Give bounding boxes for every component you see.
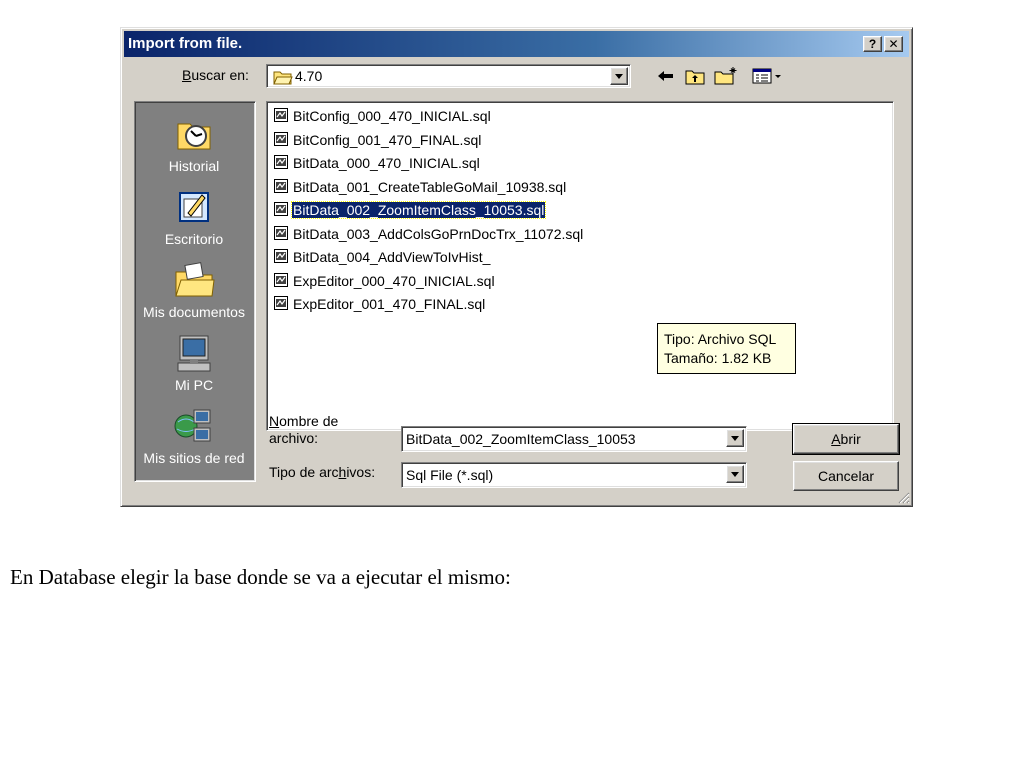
sql-file-icon [274, 202, 288, 217]
place-mis-sitios-de-red[interactable]: Mis sitios de red [135, 404, 253, 466]
filename-label: Nombre de archivo: [269, 413, 339, 446]
sql-file-icon [274, 272, 288, 287]
place-label: Mis documentos [143, 304, 245, 320]
sql-file-icon [274, 131, 288, 146]
chevron-down-icon [731, 436, 739, 441]
dialog-title: Import from file. [128, 35, 243, 52]
resize-grip-icon[interactable] [898, 492, 910, 504]
file-name: BitConfig_001_470_FINAL.sql [293, 131, 482, 148]
filename-dropdown-button[interactable] [726, 429, 744, 447]
sql-file-icon [274, 296, 288, 311]
lookin-label: Buscar en: [182, 67, 249, 83]
sql-file-icon [274, 108, 288, 123]
filetype-label: Tipo de archivos: [269, 464, 376, 480]
lookin-combo[interactable]: 4.70 [266, 64, 631, 88]
network-places-icon [172, 404, 216, 448]
sql-file-icon [274, 178, 288, 193]
tooltip-type: Tipo: Archivo SQL [664, 331, 777, 347]
file-item[interactable]: BitData_000_470_INICIAL.sql [273, 155, 481, 177]
filetype-value: Sql File (*.sql) [406, 467, 494, 483]
filetype-dropdown-button[interactable] [726, 465, 744, 483]
sql-file-icon [274, 225, 288, 240]
help-button[interactable]: ? [863, 36, 882, 52]
file-name: BitData_004_AddViewToIvHist_ [293, 249, 491, 265]
view-menu-icon[interactable] [751, 66, 785, 86]
place-mi-pc[interactable]: Mi PC [135, 331, 253, 393]
back-icon[interactable] [655, 66, 677, 86]
file-item[interactable]: ExpEditor_001_470_FINAL.sql [273, 296, 486, 318]
my-documents-icon [172, 258, 216, 302]
place-historial[interactable]: Historial [135, 112, 253, 174]
open-button[interactable]: Abrir [792, 423, 900, 455]
file-name: BitData_001_CreateTableGoMail_10938.sql [293, 178, 567, 195]
file-name: BitData_003_AddColsGoPrnDocTrx_11072.sql [293, 225, 584, 242]
place-label: Mis sitios de red [143, 450, 245, 466]
new-folder-icon[interactable] [713, 66, 739, 86]
file-name: ExpEditor_001_470_FINAL.sql [293, 296, 486, 312]
close-button[interactable]: ✕ [884, 36, 903, 52]
place-mis-documentos[interactable]: Mis documentos [135, 258, 253, 320]
sql-file-icon [274, 249, 288, 264]
lookin-dropdown-button[interactable] [610, 67, 628, 85]
places-bar: Historial Escritorio Mis documentos Mi P… [134, 101, 256, 482]
tooltip-size: Tamaño: 1.82 KB [664, 350, 772, 366]
chevron-down-icon [615, 74, 623, 79]
desktop-icon [172, 185, 216, 229]
my-computer-icon [172, 331, 216, 375]
file-name: BitData_002_ZoomItemClass_10053.sql [290, 201, 547, 219]
sql-file-icon [274, 155, 288, 170]
filetype-combo[interactable]: Sql File (*.sql) [401, 462, 747, 488]
file-item[interactable]: ExpEditor_000_470_INICIAL.sql [273, 273, 496, 295]
filename-value: BitData_002_ZoomItemClass_10053 [406, 431, 636, 447]
file-name: BitData_000_470_INICIAL.sql [293, 155, 480, 171]
file-name: ExpEditor_000_470_INICIAL.sql [293, 272, 495, 289]
file-item[interactable]: BitConfig_001_470_FINAL.sql [273, 132, 482, 154]
history-icon [172, 112, 216, 156]
title-bar[interactable]: Import from file. ? ✕ [124, 31, 909, 57]
cancel-button[interactable]: Cancelar [793, 461, 899, 491]
up-folder-icon[interactable] [684, 66, 706, 86]
chevron-down-icon [731, 472, 739, 477]
file-item[interactable]: BitData_001_CreateTableGoMail_10938.sql [273, 179, 567, 201]
file-item[interactable]: BitData_004_AddViewToIvHist_ [273, 249, 491, 271]
file-tooltip: Tipo: Archivo SQL Tamaño: 1.82 KB [657, 323, 796, 374]
place-escritorio[interactable]: Escritorio [135, 185, 253, 247]
caption-text: En Database elegir la base donde se va a… [10, 565, 511, 589]
file-item[interactable]: BitData_003_AddColsGoPrnDocTrx_11072.sql [273, 226, 584, 248]
file-list[interactable]: BitConfig_000_470_INICIAL.sql BitConfig_0… [266, 101, 894, 431]
place-label: Historial [168, 158, 220, 174]
open-folder-icon [273, 71, 293, 85]
file-item[interactable]: BitData_002_ZoomItemClass_10053.sql [273, 201, 547, 224]
file-item[interactable]: BitConfig_000_470_INICIAL.sql [273, 108, 492, 130]
lookin-value: 4.70 [295, 68, 323, 84]
place-label: Escritorio [164, 231, 224, 247]
import-dialog: Import from file. ? ✕ Buscar en: 4.70 Hi… [120, 27, 913, 507]
file-name: BitConfig_000_470_INICIAL.sql [293, 108, 491, 124]
filename-combo[interactable]: BitData_002_ZoomItemClass_10053 [401, 426, 747, 452]
place-label: Mi PC [174, 377, 214, 393]
